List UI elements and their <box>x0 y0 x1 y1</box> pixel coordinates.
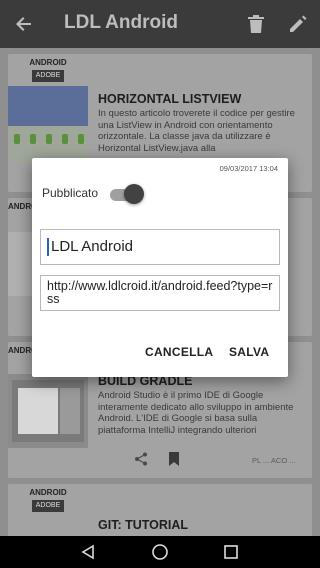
card-title: HORIZONTAL LISTVIEW <box>98 92 242 106</box>
card-description: In questo articolo troverete il codice p… <box>98 108 295 154</box>
feed-url-value: http://www.ldlcroid.it/android.feed?type… <box>47 279 273 306</box>
bookmark-icon[interactable] <box>168 452 180 466</box>
published-toggle[interactable] <box>110 184 144 204</box>
pencil-icon[interactable] <box>286 12 310 36</box>
circle-home-icon[interactable] <box>151 543 169 561</box>
feed-card[interactable]: ANDROID ADOBE GIT: TUTORIAL <box>8 484 312 536</box>
trash-icon[interactable] <box>244 12 268 36</box>
feed-url-field[interactable]: http://www.ldlcroid.it/android.feed?type… <box>40 275 280 311</box>
save-button[interactable]: SALVA <box>229 345 269 359</box>
triangle-back-icon[interactable] <box>80 544 96 560</box>
square-recents-icon[interactable] <box>223 544 239 560</box>
card-thumbnail <box>8 86 88 126</box>
card-title: GIT: TUTORIAL <box>98 518 189 532</box>
published-label: Pubblicato <box>42 186 99 200</box>
dialog-date: 09/03/2017 13:04 <box>219 164 278 173</box>
brand-label: ANDROID <box>29 58 67 67</box>
app-bar: LDL Android <box>0 0 320 48</box>
edit-feed-dialog: 09/03/2017 13:04 Pubblicato LDL Android … <box>32 158 288 377</box>
arrow-left-icon[interactable] <box>12 12 36 36</box>
app-title: LDL Android <box>64 12 178 33</box>
card-description: Android Studio è il primo IDE di Google … <box>98 390 294 436</box>
card-thumbnail-lower <box>8 126 88 162</box>
feed-name-field[interactable]: LDL Android <box>40 229 280 265</box>
brand-sub-label: ADOBE <box>32 70 64 82</box>
cancel-button[interactable]: CANCELLA <box>145 345 213 359</box>
share-icon[interactable] <box>134 452 148 466</box>
brand-sub-label: ADOBE <box>32 500 64 512</box>
feed-name-value: LDL Android <box>51 238 134 255</box>
toggle-thumb <box>124 184 144 204</box>
system-nav-bar <box>0 536 320 568</box>
card-thumbnail <box>8 374 88 448</box>
card-date: PL ... ACO ... <box>252 456 296 465</box>
brand-label: ANDROID <box>29 488 67 497</box>
text-cursor <box>47 238 49 257</box>
